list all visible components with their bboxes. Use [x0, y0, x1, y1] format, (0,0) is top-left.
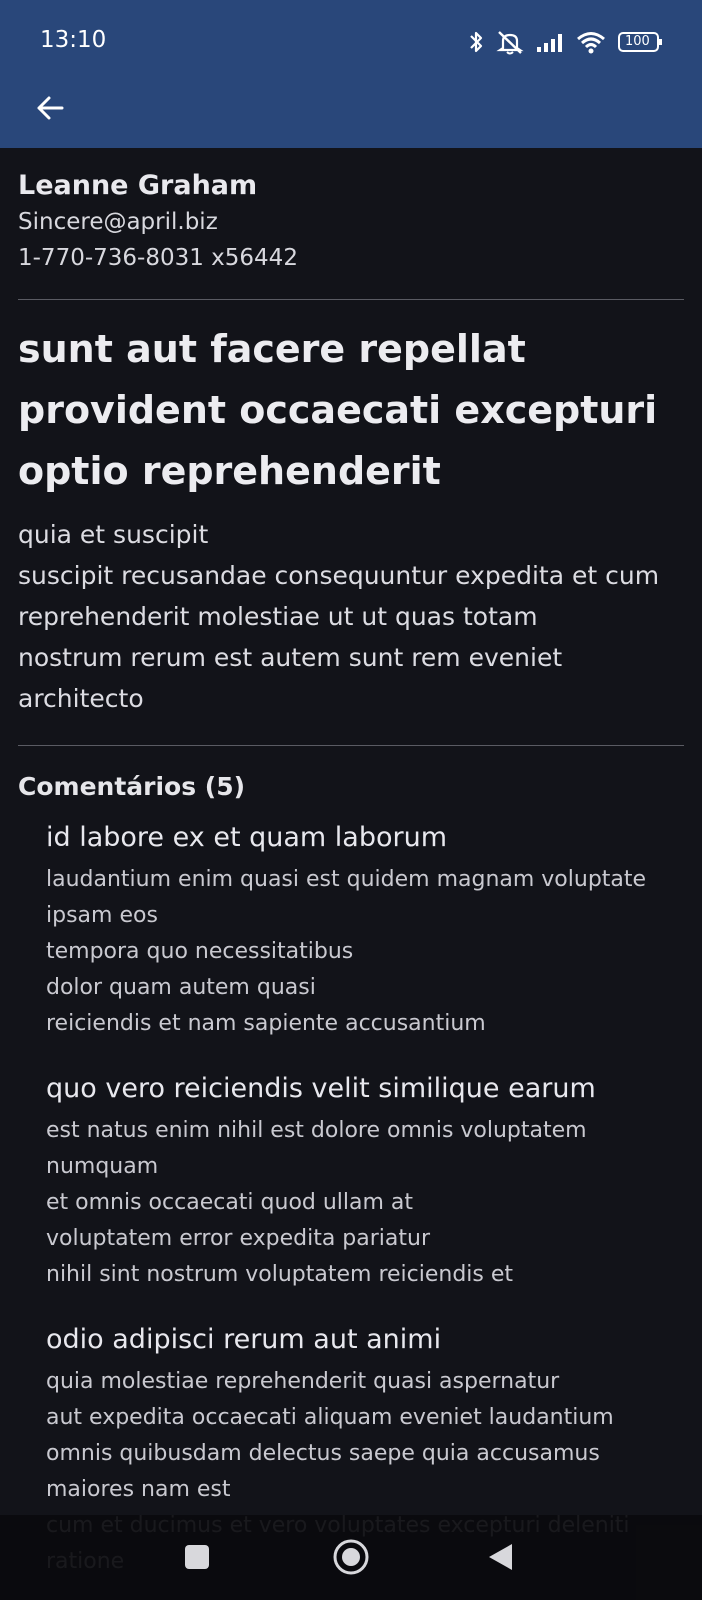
author-info: Leanne Graham Sincere@april.biz 1-770-73…	[18, 168, 684, 276]
comment-item: quo vero reiciendis velit similique earu…	[46, 1071, 686, 1293]
author-name: Leanne Graham	[18, 170, 258, 201]
battery-level: 100	[625, 34, 650, 49]
system-back-button[interactable]	[470, 1527, 530, 1587]
author-phone: 1-770-736-8031 x56442	[18, 245, 298, 271]
divider	[18, 299, 684, 300]
arrow-left-icon	[37, 96, 64, 120]
comments-header: Comentários (5)	[18, 772, 246, 801]
battery-icon: 100	[618, 31, 664, 53]
home-button[interactable]	[321, 1527, 381, 1587]
divider	[18, 745, 684, 746]
recents-square-icon	[185, 1545, 209, 1569]
app-bar: 13:10 100	[0, 0, 702, 148]
bluetooth-icon	[468, 29, 484, 55]
comment-body: laudantium enim quasi est quidem magnam …	[46, 867, 647, 1036]
back-button[interactable]	[30, 88, 70, 128]
post-body: quia et suscipit suscipit recusandae con…	[18, 520, 660, 713]
author-email: Sincere@april.biz	[18, 209, 218, 235]
system-nav-bar	[0, 1515, 702, 1600]
mute-icon	[496, 29, 524, 55]
comment-title: odio adipisci rerum aut animi	[46, 1324, 442, 1355]
comment-title: quo vero reiciendis velit similique earu…	[46, 1073, 596, 1104]
comment-body: est natus enim nihil est dolore omnis vo…	[46, 1118, 587, 1287]
home-circle-icon	[333, 1539, 369, 1575]
comment-item: id labore ex et quam laborum laudantium …	[46, 820, 686, 1042]
post-title: sunt aut facere repellat provident occae…	[18, 327, 658, 493]
back-triangle-icon	[489, 1544, 512, 1570]
comment-title: id labore ex et quam laborum	[46, 822, 448, 853]
wifi-icon	[576, 30, 606, 54]
status-icons: 100	[456, 28, 664, 56]
signal-icon	[536, 31, 564, 53]
recents-button[interactable]	[167, 1527, 227, 1587]
status-time: 13:10	[40, 27, 107, 53]
